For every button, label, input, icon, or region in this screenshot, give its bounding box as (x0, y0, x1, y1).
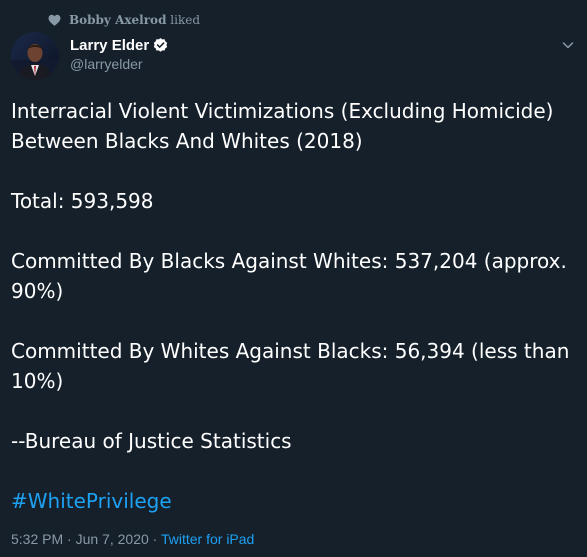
meta-separator: · (63, 531, 76, 547)
hashtag-link[interactable]: #WhitePrivilege (11, 486, 581, 516)
social-context[interactable]: Bobby Axelrod liked (48, 12, 200, 28)
tweet-text: Interracial Violent Victimizations (Excl… (11, 96, 581, 516)
author-names[interactable]: Larry Elder @larryelder (70, 36, 169, 72)
meta-separator: · (148, 531, 161, 547)
tweet-line-whites-2: 10%) (11, 369, 64, 393)
display-name[interactable]: Larry Elder (70, 37, 149, 54)
tweet-line-blacks-1: Committed By Blacks Against Whites: 537,… (11, 249, 567, 273)
display-name-row: Larry Elder (70, 36, 169, 55)
source-app-link[interactable]: Twitter for iPad (161, 531, 254, 547)
avatar-image (11, 32, 59, 80)
tweet-line-title-1: Interracial Violent Victimizations (Excl… (11, 99, 554, 123)
tweet-line-blacks-2: 90%) (11, 279, 64, 303)
chevron-down-icon[interactable] (561, 38, 575, 52)
liked-by-name[interactable]: Bobby Axelrod (69, 13, 166, 27)
tweet-line-total: Total: 593,598 (11, 189, 154, 213)
handle[interactable]: @larryelder (70, 56, 169, 72)
tweet-line-title-2: Between Blacks And Whites (2018) (11, 129, 363, 153)
tweet-line-source: --Bureau of Justice Statistics (11, 429, 292, 453)
liked-label: Bobby Axelrod liked (69, 13, 200, 27)
tweet-line-whites-1: Committed By Whites Against Blacks: 56,3… (11, 339, 570, 363)
avatar[interactable] (11, 32, 59, 80)
verified-badge-icon (154, 38, 168, 52)
heart-icon (48, 14, 61, 26)
tweet-date[interactable]: Jun 7, 2020 (76, 531, 149, 547)
tweet-meta: 5:32 PM · Jun 7, 2020 · Twitter for iPad (11, 531, 254, 547)
tweet-time[interactable]: 5:32 PM (11, 531, 63, 547)
tweet-header: Larry Elder @larryelder (11, 30, 587, 82)
liked-suffix: liked (166, 13, 200, 27)
